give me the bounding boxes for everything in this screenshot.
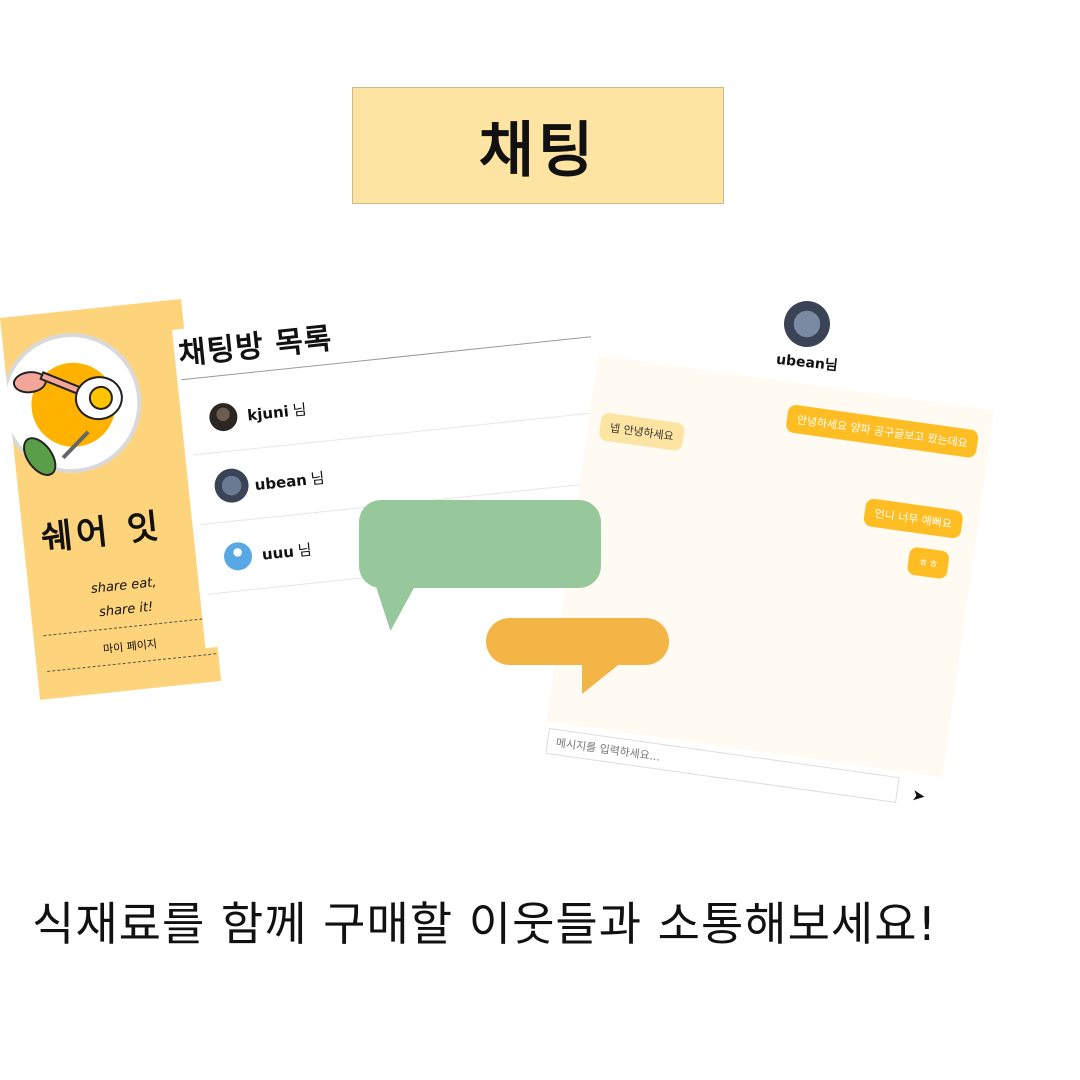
chat-list-title: 채팅방 목록 xyxy=(176,321,335,373)
caption: 식재료를 함께 구매할 이웃들과 소통해보세요! xyxy=(32,897,938,951)
chat-message-area: 안녕하세요 양파 공구글보고 왔는데요 넵 안녕하세요 언니 너무 예뻐요 ㅎㅎ xyxy=(546,355,995,778)
logo-plate-icon xyxy=(0,326,149,483)
message-bubble-other: 넵 안녕하세요 xyxy=(598,412,686,452)
avatar xyxy=(207,401,239,433)
page-title-box: 채팅 xyxy=(352,87,724,204)
room-name: uuu xyxy=(261,542,295,564)
speech-bubble-icon xyxy=(486,618,669,665)
avatar xyxy=(222,540,254,572)
avatar xyxy=(784,301,830,347)
sidebar-item-mypage[interactable]: 마이 페이지 xyxy=(45,629,216,663)
send-icon[interactable]: ➤ xyxy=(911,785,927,806)
speech-bubble-icon xyxy=(359,500,601,588)
room-name: kjuni xyxy=(246,402,290,425)
speech-bubble-tail xyxy=(582,662,622,694)
logo-text: 쉐어 잇 xyxy=(39,506,165,559)
message-bubble-mine: ㅎㅎ xyxy=(906,546,951,580)
room-name: ubean xyxy=(253,470,308,495)
room-suffix: 님 xyxy=(309,468,326,489)
message-bubble-mine: 안녕하세요 양파 공구글보고 왔는데요 xyxy=(785,404,980,459)
room-suffix: 님 xyxy=(291,400,308,420)
message-bubble-mine: 언니 너무 예뻐요 xyxy=(862,497,964,540)
room-suffix: 님 xyxy=(296,540,313,561)
chat-partner-name: ubean님 xyxy=(775,351,839,375)
avatar xyxy=(212,466,251,505)
slogan: share eat, share it! xyxy=(68,569,182,628)
page-title: 채팅 xyxy=(478,116,598,186)
